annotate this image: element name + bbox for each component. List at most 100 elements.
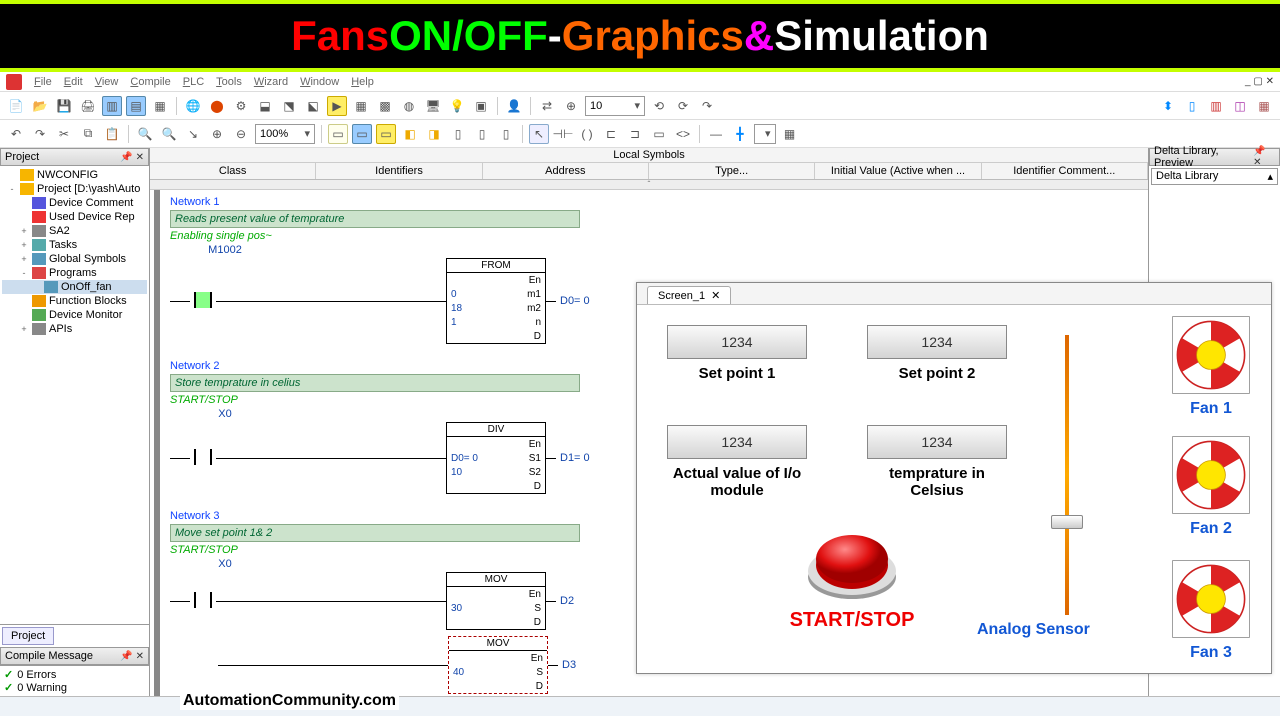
tree-item[interactable]: Device Comment — [2, 196, 147, 210]
column-header[interactable]: Address — [483, 163, 649, 179]
numeric-display[interactable]: 1234temprature in Celsius — [867, 425, 1007, 499]
zoomout-icon[interactable]: ⊖ — [231, 124, 251, 144]
numeric-display[interactable]: 1234Set point 2 — [867, 325, 1007, 382]
tree-item[interactable]: +SA2 — [2, 224, 147, 238]
transfer-icon[interactable]: ⇄ — [537, 96, 557, 116]
tree-item[interactable]: -Programs — [2, 266, 147, 280]
column-header[interactable]: Identifiers — [316, 163, 482, 179]
monitor-icon[interactable]: 🖥 — [423, 96, 443, 116]
tree-item[interactable]: Used Device Rep — [2, 210, 147, 224]
ld2-icon[interactable]: ▭ — [352, 124, 372, 144]
tool5-icon[interactable]: ▦ — [351, 96, 371, 116]
goto-icon[interactable]: ↘ — [183, 124, 203, 144]
tool3-icon[interactable]: ⬔ — [279, 96, 299, 116]
menu-plc[interactable]: PLC — [183, 76, 204, 88]
tree-item[interactable]: Device Monitor — [2, 308, 147, 322]
compare-icon[interactable]: <> — [673, 124, 693, 144]
cursor-icon[interactable]: ↖ — [529, 124, 549, 144]
person-icon[interactable]: 👤 — [504, 96, 524, 116]
rtool5-icon[interactable]: ▦ — [1254, 96, 1274, 116]
branch1-icon[interactable]: ⊏ — [601, 124, 621, 144]
cut-icon[interactable]: ✂ — [54, 124, 74, 144]
simulate-icon[interactable]: ▶ — [327, 96, 347, 116]
menu-wizard[interactable]: Wizard — [254, 76, 288, 88]
redo-icon[interactable]: ⟳ — [673, 96, 693, 116]
splitter[interactable]: ˆ — [150, 180, 1148, 190]
open-icon[interactable]: 📂 — [30, 96, 50, 116]
line-icon[interactable]: — — [706, 124, 726, 144]
window2-icon[interactable]: ▤ — [126, 96, 146, 116]
screen-tab[interactable]: Screen_1✕ — [647, 286, 731, 304]
coil-icon[interactable]: ( ) — [577, 124, 597, 144]
numeric-display[interactable]: 1234Actual value of I/o module — [667, 425, 807, 499]
ld7-icon[interactable]: ▯ — [472, 124, 492, 144]
tool7-icon[interactable]: ◍ — [399, 96, 419, 116]
globe2-icon[interactable]: ⊕ — [561, 96, 581, 116]
bulb-icon[interactable]: 💡 — [447, 96, 467, 116]
globe-icon[interactable]: 🌐 — [183, 96, 203, 116]
paste-icon[interactable]: 📋 — [102, 124, 122, 144]
column-header[interactable]: Identifier Comment... — [982, 163, 1148, 179]
tool8-icon[interactable]: ▣ — [471, 96, 491, 116]
window-controls[interactable]: _ ▢ ✕ — [1245, 76, 1274, 87]
tool6-icon[interactable]: ▩ — [375, 96, 395, 116]
ld8-icon[interactable]: ▯ — [496, 124, 516, 144]
tree-item[interactable]: Function Blocks — [2, 294, 147, 308]
contact-icon[interactable]: ⊣⊢ — [553, 124, 573, 144]
rtool4-icon[interactable]: ◫ — [1230, 96, 1250, 116]
zoom-pct-combo[interactable]: 100% — [255, 124, 315, 144]
tree-item[interactable]: +APIs — [2, 322, 147, 336]
ld3-icon[interactable]: ▭ — [376, 124, 396, 144]
save-icon[interactable]: 💾 — [54, 96, 74, 116]
find-icon[interactable]: 🔍 — [135, 124, 155, 144]
tree-item[interactable]: NWCONFIG — [2, 168, 147, 182]
numeric-display[interactable]: 1234Set point 1 — [667, 325, 807, 382]
step-icon[interactable]: ↷ — [697, 96, 717, 116]
copy-icon[interactable]: ⧉ — [78, 124, 98, 144]
pin-icon[interactable]: 📌 ✕ — [120, 152, 144, 163]
grid-icon[interactable]: ▦ — [780, 124, 800, 144]
tree-item[interactable]: +Global Symbols — [2, 252, 147, 266]
tree-item[interactable]: +Tasks — [2, 238, 147, 252]
close-icon[interactable]: ✕ — [711, 289, 720, 302]
menu-window[interactable]: Window — [300, 76, 339, 88]
column-header[interactable]: Class — [150, 163, 316, 179]
menu-edit[interactable]: Edit — [64, 76, 83, 88]
stop-icon[interactable]: ⬤ — [207, 96, 227, 116]
tree-item[interactable]: OnOff_fan — [2, 280, 147, 294]
menu-compile[interactable]: Compile — [130, 76, 170, 88]
ld1-icon[interactable]: ▭ — [328, 124, 348, 144]
block-icon[interactable]: ▭ — [649, 124, 669, 144]
start-stop-button[interactable]: START/STOP — [767, 525, 937, 632]
tool4-icon[interactable]: ⬕ — [303, 96, 323, 116]
menu-tools[interactable]: Tools — [216, 76, 242, 88]
menu-file[interactable]: File — [34, 76, 52, 88]
rtool3-icon[interactable]: ▥ — [1206, 96, 1226, 116]
project-tab[interactable]: Project — [2, 627, 54, 645]
zoomin-icon[interactable]: ⊕ — [207, 124, 227, 144]
tool-icon[interactable]: ⚙ — [231, 96, 251, 116]
rtool1-icon[interactable]: ⬍ — [1158, 96, 1178, 116]
tree-item[interactable]: -Project [D:\yash\Auto — [2, 182, 147, 196]
undo-icon[interactable]: ↶ — [6, 124, 26, 144]
zoom-combo[interactable]: 10 — [585, 96, 645, 116]
tool2-icon[interactable]: ⬓ — [255, 96, 275, 116]
empty-combo[interactable] — [754, 124, 776, 144]
column-header[interactable]: Type... — [649, 163, 815, 179]
column-header[interactable]: Initial Value (Active when ... — [815, 163, 981, 179]
rtool2-icon[interactable]: ▯ — [1182, 96, 1202, 116]
slider-thumb[interactable] — [1051, 515, 1083, 529]
ld4-icon[interactable]: ◧ — [400, 124, 420, 144]
project-tree[interactable]: NWCONFIG-Project [D:\yash\Auto Device Co… — [0, 166, 149, 624]
findnext-icon[interactable]: 🔍 — [159, 124, 179, 144]
ld6-icon[interactable]: ▯ — [448, 124, 468, 144]
redo2-icon[interactable]: ↷ — [30, 124, 50, 144]
print-icon[interactable]: 🖨 — [78, 96, 98, 116]
refresh-icon[interactable]: ⟲ — [649, 96, 669, 116]
library-select[interactable]: Delta Library▴ — [1151, 168, 1278, 185]
menu-help[interactable]: Help — [351, 76, 374, 88]
new-icon[interactable]: 📄 — [6, 96, 26, 116]
ld5-icon[interactable]: ◨ — [424, 124, 444, 144]
menu-view[interactable]: View — [95, 76, 119, 88]
analog-slider[interactable] — [1037, 335, 1097, 615]
